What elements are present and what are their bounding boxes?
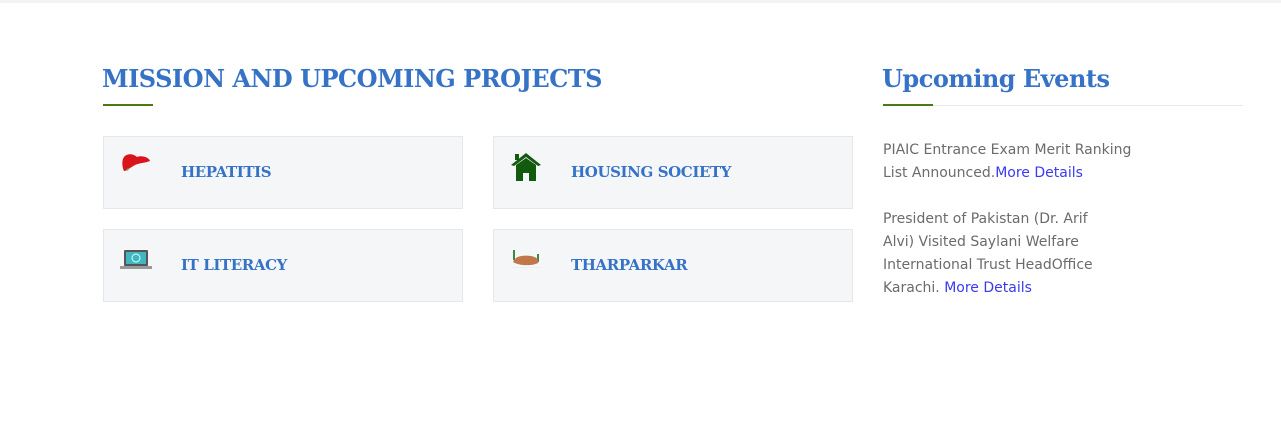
events-title-underline: [883, 104, 1243, 106]
project-card-tharparkar[interactable]: THARPARKAR: [493, 229, 853, 302]
project-card-housing-society[interactable]: HOUSING SOCIETY: [493, 136, 853, 209]
liver-icon: [122, 154, 150, 171]
project-label: IT LITERACY: [181, 256, 287, 274]
house-icon: [511, 153, 541, 181]
laptop-icon: [120, 250, 152, 269]
desert-icon: [511, 250, 541, 268]
project-card-hepatitis[interactable]: HEPATITIS: [103, 136, 463, 209]
project-label: HEPATITIS: [181, 163, 272, 181]
top-border: [0, 0, 1281, 3]
more-details-link[interactable]: More Details: [944, 280, 1032, 296]
events-title: Upcoming Events: [882, 64, 1110, 93]
project-card-it-literacy[interactable]: IT LITERACY: [103, 229, 463, 302]
mission-title: MISSION AND UPCOMING PROJECTS: [102, 64, 603, 93]
event-item: PIAIC Entrance Exam Merit Ranking List A…: [883, 139, 1133, 185]
mission-title-underline: [103, 104, 153, 106]
project-label: THARPARKAR: [571, 256, 688, 274]
event-item: President of Pakistan (Dr. Arif Alvi) Vi…: [883, 208, 1123, 300]
project-label: HOUSING SOCIETY: [571, 163, 732, 181]
more-details-link[interactable]: More Details: [995, 165, 1083, 181]
